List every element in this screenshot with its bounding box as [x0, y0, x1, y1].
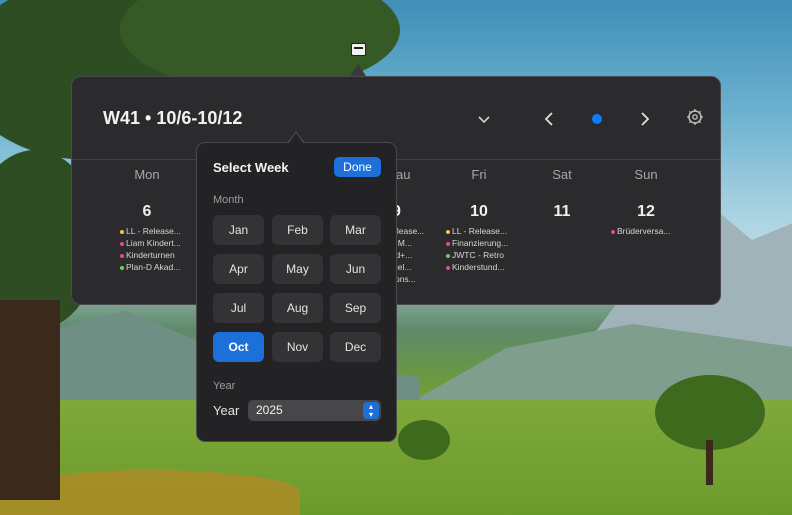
previous-week-icon[interactable] [544, 111, 554, 130]
month-button-jan[interactable]: Jan [213, 215, 264, 245]
day-name: Sat [552, 167, 572, 182]
day-column-sun[interactable]: Sun 12 Brüderversa... [611, 165, 681, 237]
event-item[interactable]: LL - Release... [120, 225, 182, 237]
select-week-popover: Select Week Done Month Jan Feb Mar Apr M… [196, 142, 397, 442]
event-item[interactable]: LL - Release... [446, 225, 514, 237]
today-dot-button[interactable] [592, 114, 602, 124]
month-button-jul[interactable]: Jul [213, 293, 264, 323]
month-button-oct[interactable]: Oct [213, 332, 264, 362]
year-value: 2025 [256, 403, 283, 417]
day-name: Sun [634, 167, 658, 182]
updown-chevron-icon[interactable]: ▴ ▾ [363, 402, 379, 419]
year-section-label: Year [213, 380, 236, 392]
event-item[interactable]: Finanzierung... [446, 237, 514, 249]
day-name: Fri [471, 167, 487, 182]
panel-pointer [350, 64, 366, 76]
chevron-down-icon[interactable] [477, 110, 491, 128]
year-select[interactable]: 2025 ▴ ▾ [248, 400, 381, 421]
calendar-menubar-icon[interactable] [351, 43, 366, 56]
month-button-jun[interactable]: Jun [330, 254, 381, 284]
event-item[interactable]: Kinderstund... [446, 261, 514, 273]
day-column-fri[interactable]: Fri 10 LL - Release... Finanzierung... J… [444, 165, 514, 273]
month-button-mar[interactable]: Mar [330, 215, 381, 245]
day-number: 11 [553, 203, 571, 220]
day-column-sat[interactable]: Sat 11 [527, 165, 597, 223]
event-list: LL - Release... Liam Kindert... Kindertu… [112, 225, 182, 273]
month-button-sep[interactable]: Sep [330, 293, 381, 323]
month-section-label: Month [213, 194, 244, 206]
event-list: LL - Release... Finanzierung... JWTC - R… [444, 225, 514, 273]
day-number: 10 [470, 203, 488, 220]
event-list: Brüderversa... [611, 225, 681, 237]
gear-icon[interactable] [686, 108, 704, 129]
day-number: 12 [637, 203, 655, 220]
year-field-label: Year [213, 403, 240, 418]
day-column-mon[interactable]: Mon 6 LL - Release... Liam Kindert... Ki… [112, 165, 182, 273]
popover-title: Select Week [213, 160, 289, 175]
event-item[interactable]: JWTC - Retro [446, 249, 514, 261]
month-button-nov[interactable]: Nov [272, 332, 323, 362]
month-button-dec[interactable]: Dec [330, 332, 381, 362]
event-item[interactable]: Kinderturnen [120, 249, 182, 261]
month-button-aug[interactable]: Aug [272, 293, 323, 323]
month-button-feb[interactable]: Feb [272, 215, 323, 245]
next-week-icon[interactable] [640, 111, 650, 130]
event-item[interactable]: Liam Kindert... [120, 237, 182, 249]
day-number: 6 [142, 203, 152, 220]
week-title[interactable]: W41 • 10/6-10/12 [103, 108, 242, 129]
popover-pointer-inner [288, 133, 304, 144]
month-button-apr[interactable]: Apr [213, 254, 264, 284]
event-item[interactable]: Brüderversa... [611, 225, 681, 237]
done-button[interactable]: Done [334, 157, 381, 177]
event-item[interactable]: Plan-D Akad... [120, 261, 182, 273]
month-button-may[interactable]: May [272, 254, 323, 284]
day-name: Mon [134, 167, 160, 182]
